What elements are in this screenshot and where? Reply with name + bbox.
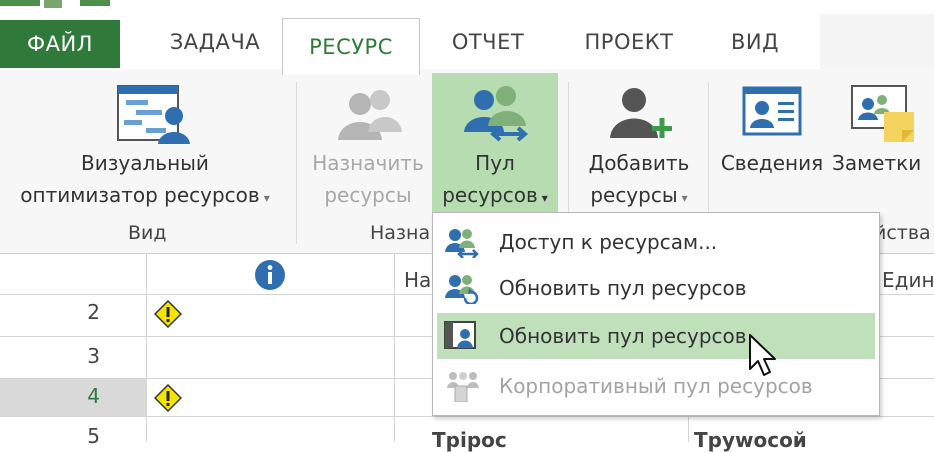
notes-button[interactable]: Заметки: [832, 80, 934, 190]
add-resources-label-2: ресурсы ▾: [590, 183, 688, 207]
menu-item-label: Обновить пул ресурсов: [499, 276, 747, 300]
row5-name-cell: Tpipoc: [432, 428, 507, 452]
row5-type-cell: Tpywocoй: [694, 428, 807, 452]
grid-col-divider: [394, 254, 395, 442]
resource-pool-button[interactable]: Пул ресурсов ▾: [432, 80, 558, 214]
app-icon-fragment: [0, 0, 40, 6]
column-header-units[interactable]: Едини: [882, 268, 934, 292]
chevron-down-icon: ▾: [681, 191, 688, 205]
assign-resources-label-2: ресурсы: [324, 183, 412, 207]
group-label-properties: йства: [874, 222, 931, 244]
resource-notes-icon: [851, 85, 914, 142]
menu-item-update-pool[interactable]: Обновить пул ресурсов: [437, 313, 875, 359]
resource-pool-dropdown: Доступ к ресурсам... Обновить пул ресурс…: [432, 212, 880, 416]
row-number[interactable]: 2: [0, 300, 100, 324]
visual-optimizer-label-1: Визуальный: [81, 151, 209, 175]
enterprise-pool-icon: [447, 372, 479, 402]
tab-file[interactable]: ФАЙЛ: [0, 20, 120, 68]
tab-row-filler: [820, 14, 934, 69]
menu-item-share-resources[interactable]: Доступ к ресурсам...: [437, 219, 875, 265]
title-bar-strip: [0, 0, 934, 14]
tab-resource[interactable]: РЕСУРС: [282, 18, 420, 75]
add-resources-label-1: Добавить: [588, 151, 690, 175]
group-separator: [296, 82, 297, 244]
information-button[interactable]: Сведения: [716, 80, 828, 190]
group-label-view: Вид: [128, 222, 167, 244]
row-number[interactable]: 5: [0, 424, 100, 448]
resource-pool-label-2: ресурсов ▾: [442, 183, 548, 207]
share-resources-icon: [445, 229, 479, 258]
tab-report[interactable]: ОТЧЕТ: [430, 14, 546, 69]
information-label: Сведения: [720, 151, 824, 175]
notes-label: Заметки: [832, 151, 922, 175]
assign-resources-label-1: Назначить: [312, 151, 424, 175]
tab-view[interactable]: ВИД: [710, 14, 800, 69]
resource-pool-label-1: Пул: [475, 151, 515, 175]
visual-optimizer-label-2: оптимизатор ресурсов ▾: [20, 183, 270, 207]
resource-info-icon: [742, 86, 802, 136]
menu-item-label: Доступ к ресурсам...: [499, 230, 718, 254]
group-label-assign: Назна: [370, 222, 431, 244]
resource-pool-icon: [464, 86, 529, 142]
tab-task[interactable]: ЗАДАЧА: [140, 14, 290, 69]
row-number[interactable]: 3: [0, 344, 100, 368]
warning-icon: [154, 300, 182, 328]
tab-project[interactable]: ПРОЕКТ: [566, 14, 692, 69]
resource-optimizer-icon: [117, 85, 190, 144]
menu-item-refresh-pool[interactable]: Обновить пул ресурсов: [437, 265, 875, 311]
add-resources-button[interactable]: Добавить ресурсы ▾: [576, 80, 702, 220]
mouse-pointer-icon: [749, 334, 776, 376]
grid-col-divider: [146, 254, 147, 442]
chevron-down-icon: ▾: [263, 191, 270, 205]
add-resource-icon: [610, 88, 672, 138]
grid-row-divider: [0, 416, 934, 417]
quick-access-icon-fragment: [80, 0, 110, 6]
assign-resources-button[interactable]: Назначить ресурсы: [304, 80, 432, 220]
menu-item-label: Обновить пул ресурсов: [499, 324, 747, 348]
update-pool-icon: [444, 321, 476, 349]
chevron-down-icon: ▾: [541, 191, 548, 205]
quick-access-icon-fragment: [44, 0, 62, 8]
info-icon: [255, 260, 285, 290]
warning-icon: [154, 384, 182, 412]
menu-item-enterprise-pool[interactable]: Корпоративный пул ресурсов: [437, 363, 875, 409]
visual-optimizer-button[interactable]: Визуальный оптимизатор ресурсов ▾: [10, 80, 280, 220]
row-number-selected[interactable]: 4: [0, 384, 100, 408]
assign-resources-icon: [338, 90, 402, 140]
column-header-name[interactable]: На: [404, 268, 431, 292]
refresh-pool-icon: [445, 275, 479, 304]
